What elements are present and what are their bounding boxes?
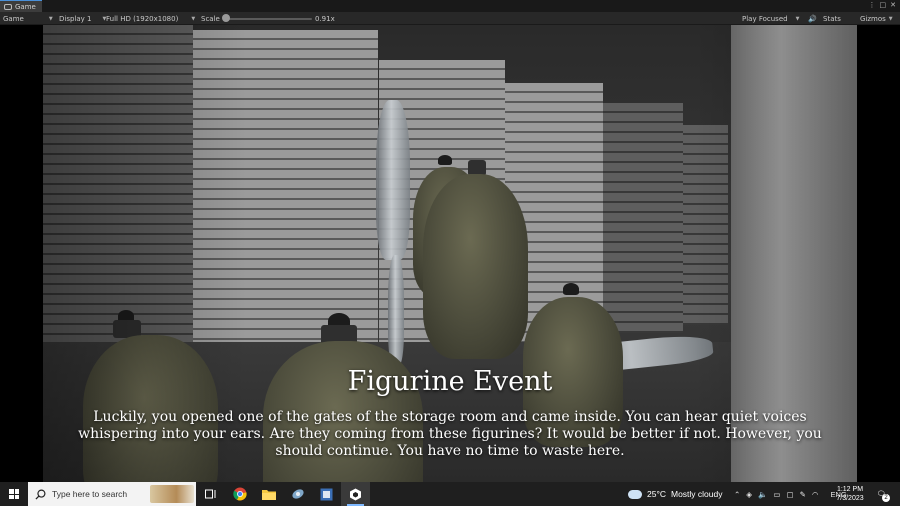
notification-center-button[interactable]: 🗨 2: [874, 487, 890, 502]
game-viewport[interactable]: Figurine Event Luckily, you opened one o…: [0, 25, 900, 482]
weather-temperature: 25°C: [647, 489, 666, 499]
chrome-icon: [232, 487, 247, 501]
search-icon: [35, 489, 46, 500]
task-view-icon: [204, 489, 215, 499]
game-tab-label: Game: [15, 2, 36, 11]
dress-form-knob: [438, 155, 452, 165]
weather-description: Mostly cloudy: [671, 489, 723, 499]
dress-form-knob: [563, 283, 579, 295]
view-mode-dropdown[interactable]: Game ▼: [3, 12, 53, 25]
clock-date: 7/3/2023: [836, 495, 864, 502]
editor-tab-bar: Game ⋮ □ ✕: [0, 0, 900, 12]
mute-audio-icon[interactable]: 🔊: [808, 12, 817, 25]
battery-icon[interactable]: ▭: [773, 490, 780, 499]
weather-widget[interactable]: 25°C Mostly cloudy: [625, 482, 723, 506]
windows-taskbar: Type here to search 25°C Mostly cloudy ⌃…: [0, 482, 900, 506]
app-button[interactable]: [283, 482, 312, 506]
play-mode-dropdown[interactable]: Play Focused ▼: [742, 12, 799, 25]
file-explorer-button[interactable]: [254, 482, 283, 506]
scale-slider-track[interactable]: [226, 18, 312, 20]
chevron-down-icon: ▼: [795, 15, 800, 22]
game-view-toolbar: Game ▼ Display 1 ▼ Full HD (1920x1080) ▼…: [0, 12, 900, 25]
dress-form-torso: [423, 174, 528, 359]
play-mode-label: Play Focused: [742, 14, 788, 23]
partly-cloudy-icon: [625, 486, 642, 499]
close-icon[interactable]: ✕: [890, 1, 896, 9]
chevron-down-icon: ▼: [48, 15, 53, 22]
volume-icon[interactable]: 🔈: [758, 490, 767, 499]
app-button-2[interactable]: [312, 482, 341, 506]
unity-button[interactable]: [341, 482, 370, 506]
notification-badge: 2: [882, 494, 890, 502]
task-view-button[interactable]: [196, 482, 225, 506]
document-app-icon: [320, 488, 333, 500]
unity-icon: [350, 488, 361, 500]
more-options-icon[interactable]: ⋮: [869, 1, 876, 9]
resolution-label: Full HD (1920x1080): [106, 14, 179, 23]
gamepad-icon: [4, 3, 12, 10]
display-dropdown[interactable]: Display 1 ▼: [59, 12, 106, 25]
network-icon[interactable]: ◈: [746, 490, 752, 499]
start-button[interactable]: [0, 482, 28, 506]
maximize-icon[interactable]: □: [880, 1, 887, 9]
silver-mannequin-legs: [388, 255, 404, 365]
clock-time: 1:12 PM: [836, 486, 864, 493]
scale-slider-handle[interactable]: [222, 14, 230, 22]
chevron-down-icon: ▼: [191, 15, 196, 22]
gizmos-label: Gizmos: [860, 14, 886, 23]
resolution-dropdown[interactable]: Full HD (1920x1080) ▼: [106, 12, 195, 25]
wifi-icon[interactable]: ◠: [812, 490, 819, 499]
event-dialog: Figurine Event Luckily, you opened one o…: [60, 365, 840, 460]
scale-label: Scale: [201, 14, 220, 23]
app-icon: [291, 489, 304, 499]
stats-toggle[interactable]: Stats: [823, 12, 841, 25]
slatwall-panel: [683, 125, 728, 325]
event-title: Figurine Event: [347, 366, 553, 397]
silver-mannequin: [376, 100, 410, 260]
chevron-down-icon: ▼: [888, 15, 893, 22]
pen-icon[interactable]: ✎: [800, 490, 806, 499]
folder-icon: [261, 489, 276, 500]
chevron-up-icon[interactable]: ⌃: [734, 490, 740, 499]
window-controls: ⋮ □ ✕: [869, 1, 897, 9]
event-description: Luckily, you opened one of the gates of …: [78, 409, 822, 459]
clock[interactable]: 1:12 PM 7/3/2023: [830, 485, 870, 503]
search-placeholder: Type here to search: [52, 489, 128, 499]
scale-value: 0.91x: [315, 14, 335, 23]
stats-label: Stats: [823, 14, 841, 23]
view-mode-label: Game: [3, 14, 24, 23]
search-highlight-image: [150, 485, 194, 503]
slatwall-panel: [603, 103, 683, 333]
display-label: Display 1: [59, 14, 92, 23]
chrome-button[interactable]: [225, 482, 254, 506]
display-icon[interactable]: ▢: [787, 490, 794, 499]
windows-logo-icon: [9, 489, 19, 499]
gizmos-dropdown[interactable]: Gizmos ▼: [860, 12, 893, 25]
game-tab[interactable]: Game: [0, 0, 42, 12]
taskbar-search-box[interactable]: Type here to search: [28, 482, 196, 506]
